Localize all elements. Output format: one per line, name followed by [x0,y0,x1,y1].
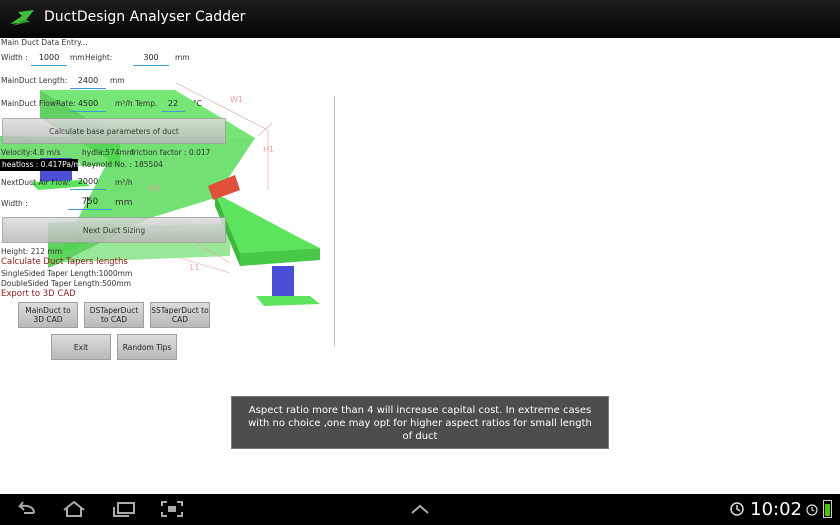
battery-icon [823,500,832,518]
height-unit: mm [175,53,190,62]
tip-toast: Aspect ratio more than 4 will increase c… [231,396,609,449]
random-tips-button[interactable]: Random Tips [117,334,177,360]
single-taper-result: SingleSided Taper Length:1000mm [1,269,133,278]
export-section-title: Export to 3D CAD [1,289,76,299]
hydia-result: hydia:574mm [82,148,135,157]
temp-input[interactable]: 22 [161,97,185,112]
main-duct-cad-button[interactable]: MainDuct to 3D CAD [18,302,78,328]
up-chevron-icon[interactable] [410,504,430,514]
ss-taper-cad-button[interactable]: SSTaperDuct to CAD [150,302,210,328]
width-unit: mm [70,53,85,62]
screenshot-icon[interactable] [160,501,184,517]
main-duct-entry-label: Main Duct Data Entry... [1,38,88,47]
tapers-section-title: Calculate Duct Tapers lengths [1,257,128,267]
exit-button[interactable]: Exit [51,334,111,360]
text-cursor [87,197,88,208]
calculate-base-button[interactable]: Calculate base parameters of duct [2,118,226,144]
double-taper-result: DoubleSided Taper Length:500mm [1,279,132,288]
length-label: MainDuct Length: [1,76,68,85]
ds-taper-cad-button[interactable]: DSTaperDuct to CAD [84,302,144,328]
app-title: DuctDesign Analyser Cadder [44,9,246,25]
dimension-h1-label: H1 [263,145,274,154]
width-input[interactable]: 1000 [31,51,67,66]
sync-icon [730,502,744,516]
flowrate-label: MainDuct FlowRate: [1,99,76,108]
flowrate-input[interactable]: 4500 [70,97,106,112]
width-label: Width : [1,53,28,62]
next-airflow-unit: m³/h [115,178,133,187]
height-input[interactable]: 300 [133,51,169,66]
height-result: Height: 212 mm [1,247,63,256]
height-label: Height: [85,53,113,62]
next-duct-sizing-button[interactable]: Next Duct Sizing [2,217,226,243]
friction-result: friction factor : 0.017 [131,148,211,157]
back-icon[interactable] [14,501,38,517]
next-airflow-label: NextDuct Air Flow: [1,178,71,187]
flowrate-unit: m³/h [115,99,133,108]
length-unit: mm [110,76,125,85]
next-width-input[interactable]: 750 [68,195,112,210]
system-navigation-bar: 10:02 [0,494,840,525]
temp-unit: °C [193,99,202,108]
alarm-icon [806,504,818,516]
next-width-label: Width : [1,199,28,208]
dimension-w1-label: W1 [230,95,243,104]
reynold-result: Reynold No. : 185504 [82,160,163,169]
clock-time: 10:02 [750,499,802,520]
dimension-w2-label: W2 [148,184,161,193]
recent-apps-icon[interactable] [112,501,136,517]
next-airflow-input[interactable]: 2000 [70,175,106,190]
dimension-l1-label: L1 [190,263,200,272]
next-width-unit: mm [115,198,133,208]
velocity-result: Velocity:4.8 m/s [1,148,61,157]
heatloss-result: heatloss : 0.417Pa/m [2,160,81,169]
vertical-divider [334,96,335,346]
length-input[interactable]: 2400 [70,74,106,89]
home-icon[interactable] [62,501,86,517]
app-logo-icon [10,10,34,26]
title-bar: DuctDesign Analyser Cadder [0,0,840,38]
temp-label: Temp. [135,99,158,108]
